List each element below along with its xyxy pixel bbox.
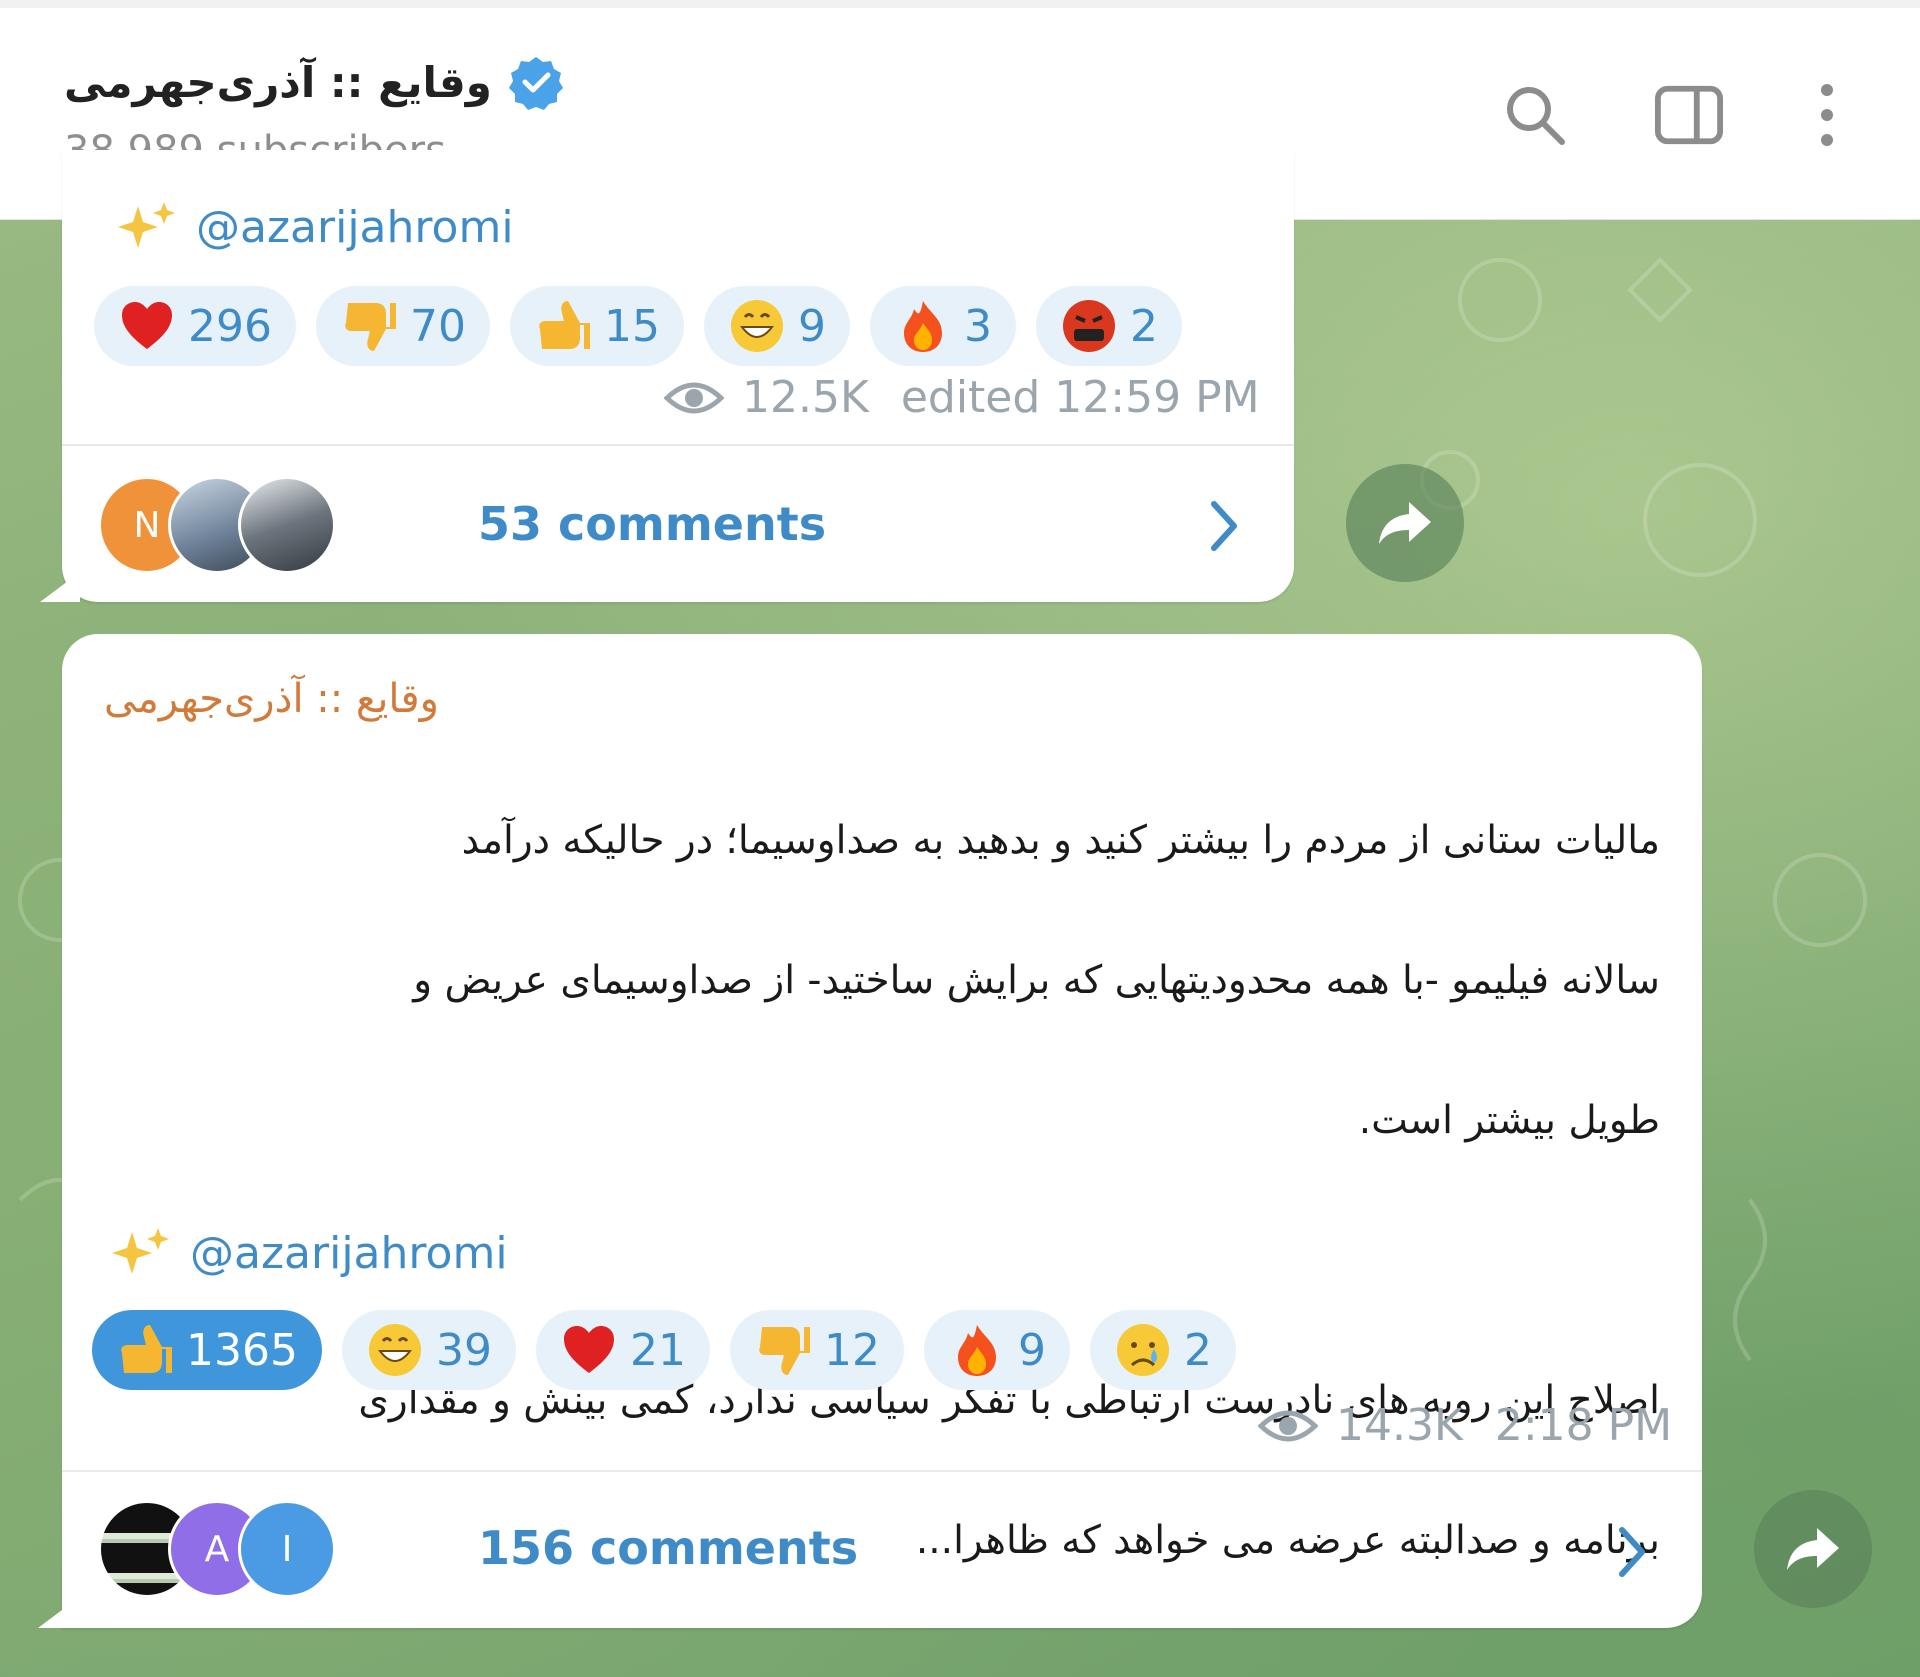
avatar: I [238, 1500, 336, 1598]
eye-icon [664, 382, 724, 413]
reaction-count: 21 [629, 1324, 686, 1376]
comments-divider [62, 444, 1294, 446]
sidebar-toggle-icon[interactable] [1654, 80, 1724, 150]
thumbs-down-icon [345, 303, 396, 351]
eye-icon [1258, 1410, 1318, 1441]
reaction-thumbs-down[interactable]: 12 [729, 1310, 904, 1390]
reaction-count: 15 [603, 300, 660, 352]
thumbs-down-icon [759, 1327, 810, 1375]
message-time: edited 12:59 PM [900, 372, 1260, 423]
avatar [238, 476, 336, 574]
window-top-strip [0, 0, 1920, 8]
comments-button[interactable]: N 53 comments [98, 476, 827, 574]
reaction-count: 12 [823, 1324, 880, 1376]
more-vertical-icon[interactable] [1792, 80, 1862, 150]
reaction-count: 3 [963, 300, 992, 352]
comments-button[interactable]: A I 156 comments [98, 1500, 859, 1598]
thumbs-up-icon [539, 301, 590, 349]
message-meta: 14.3K 2:18 PM [1258, 1400, 1672, 1451]
reaction-fire[interactable]: 9 [923, 1310, 1070, 1390]
reaction-count: 70 [409, 300, 466, 352]
view-count: 12.5K [742, 372, 869, 423]
reactions-row: 1365 39 21 12 9 2 [92, 1310, 1236, 1390]
signature-link[interactable]: @azarijahromi [196, 202, 514, 253]
cursing-face-icon [1062, 300, 1115, 352]
share-arrow-icon [1787, 1528, 1839, 1570]
text-line: سالانه فیلیمو -با همه محدودیتهایی که برا… [413, 958, 1660, 1003]
reaction-heart[interactable]: 296 [94, 286, 296, 366]
reaction-crying[interactable]: 2 [1089, 1310, 1236, 1390]
reaction-count: 2 [1129, 300, 1158, 352]
reaction-fire[interactable]: 3 [869, 286, 1016, 366]
reaction-count: 39 [435, 1324, 492, 1376]
chevron-right-icon[interactable] [1612, 1522, 1652, 1582]
fire-icon [903, 301, 942, 352]
text-line: مالیات ستانی از مردم را بیشتر کنید و بده… [461, 818, 1660, 863]
reaction-count: 1365 [186, 1324, 298, 1376]
reaction-count: 9 [1017, 1324, 1046, 1376]
search-icon[interactable] [1500, 80, 1570, 150]
channel-signature[interactable]: @azarijahromi [116, 200, 514, 254]
share-button[interactable] [1754, 1490, 1872, 1608]
reaction-count: 296 [188, 300, 272, 352]
channel-title-row[interactable]: وقایع :: آذری‌جهرمی [64, 52, 564, 112]
grinning-face-icon [730, 300, 783, 352]
grinning-face-icon [368, 1324, 421, 1376]
reaction-thumbs-up[interactable]: 15 [509, 286, 684, 366]
reaction-grinning[interactable]: 9 [703, 286, 850, 366]
comments-divider [62, 1470, 1702, 1472]
reaction-grinning[interactable]: 39 [341, 1310, 516, 1390]
channel-signature[interactable]: @azarijahromi [110, 1226, 508, 1280]
chevron-right-icon[interactable] [1204, 496, 1244, 556]
commenter-avatars: N [98, 476, 338, 574]
thumbs-up-icon [121, 1325, 172, 1373]
fire-icon [957, 1325, 996, 1376]
verified-badge-icon [508, 57, 563, 110]
message-time: 2:18 PM [1494, 1400, 1673, 1451]
reaction-heart[interactable]: 21 [535, 1310, 710, 1390]
reactions-row: 296 70 15 9 3 2 [94, 286, 1182, 366]
share-arrow-icon [1379, 502, 1431, 544]
red-heart-icon [563, 1326, 614, 1373]
comments-count: 156 comments [478, 1521, 859, 1575]
reaction-thumbs-up[interactable]: 1365 [92, 1310, 322, 1390]
commenter-avatars: A I [98, 1500, 338, 1598]
reaction-count: 9 [797, 300, 826, 352]
message-meta: 12.5K edited 12:59 PM [664, 372, 1260, 423]
crying-face-icon [1116, 1324, 1169, 1376]
share-button[interactable] [1346, 464, 1464, 582]
red-heart-icon [122, 302, 172, 349]
view-count: 14.3K [1336, 1400, 1463, 1451]
reaction-cursing[interactable]: 2 [1035, 286, 1182, 366]
sparkles-icon [112, 1228, 169, 1274]
comments-count: 53 comments [478, 497, 827, 551]
channel-name: وقایع :: آذری‌جهرمی [64, 57, 492, 107]
text-line: طویل بیشتر است. [1358, 1098, 1660, 1143]
reaction-thumbs-down[interactable]: 70 [315, 286, 490, 366]
message-sender[interactable]: وقایع :: آذری‌جهرمی [104, 676, 439, 722]
reaction-count: 2 [1183, 1324, 1212, 1376]
sparkles-icon [118, 202, 175, 248]
signature-link[interactable]: @azarijahromi [190, 1228, 508, 1279]
